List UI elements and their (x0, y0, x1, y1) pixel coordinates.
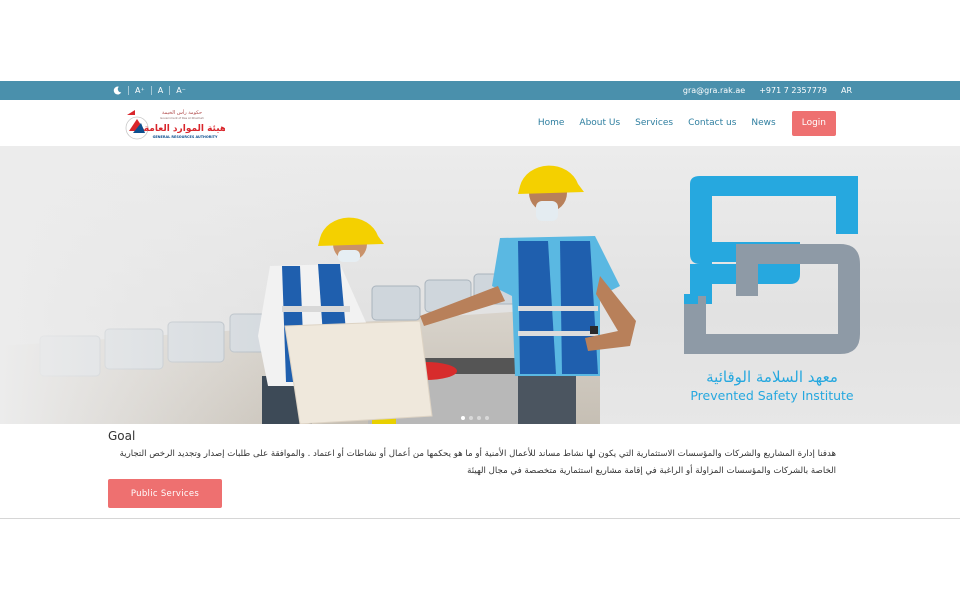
email-link[interactable]: gra@gra.rak.ae (683, 86, 745, 95)
login-button[interactable]: Login (791, 110, 836, 136)
section-divider (0, 518, 960, 519)
font-increase-button[interactable]: A⁺ (129, 81, 151, 100)
nav-services[interactable]: Services (635, 118, 673, 128)
hero-illustration: معهد السلامة الوقائية Prevented Safety I… (0, 146, 960, 424)
hero-slider[interactable]: معهد السلامة الوقائية Prevented Safety I… (0, 146, 960, 424)
main-navbar: حكومة رأس الخيمة Government of Ras Al Kh… (0, 100, 960, 146)
goal-heading: Goal (108, 429, 136, 443)
nav-home[interactable]: Home (538, 118, 565, 128)
slide-dot[interactable] (485, 416, 489, 420)
logo-english-text: GENERAL RESOURCES AUTHORITY (153, 135, 218, 139)
font-normal-button[interactable]: A (152, 81, 169, 100)
slide-dot[interactable] (477, 416, 481, 420)
contact-info: gra@gra.rak.ae +971 7 2357779 AR (683, 81, 852, 100)
accessibility-controls: A⁺ A A⁻ (107, 81, 192, 100)
institute-arabic-name: معهد السلامة الوقائية (706, 368, 838, 386)
logo-gov-en-text: Government of Ras Al Khaimah (160, 116, 204, 120)
institute-english-name: Prevented Safety Institute (690, 388, 854, 403)
public-services-button[interactable]: Public Services (108, 479, 222, 508)
nav-news[interactable]: News (751, 118, 775, 128)
moon-icon[interactable] (107, 81, 128, 100)
top-utility-bar: A⁺ A A⁻ gra@gra.rak.ae +971 7 2357779 AR (0, 81, 960, 100)
main-nav: Home About Us Services Contact us News L… (523, 110, 836, 136)
page: A⁺ A A⁻ gra@gra.rak.ae +971 7 2357779 AR… (0, 0, 960, 600)
gra-logo[interactable]: حكومة رأس الخيمة Government of Ras Al Kh… (123, 106, 226, 142)
phone-link[interactable]: +971 7 2357779 (759, 86, 827, 95)
goal-description: هدفنا إدارة المشاريع والشركات والمؤسسات … (119, 449, 836, 476)
nav-contact-us[interactable]: Contact us (688, 118, 736, 128)
logo-gov-text: حكومة رأس الخيمة (162, 109, 202, 116)
logo-arabic-text: هيئة الموارد العامة (144, 124, 225, 134)
slider-indicators (461, 416, 489, 420)
language-switch[interactable]: AR (841, 86, 852, 95)
font-decrease-button[interactable]: A⁻ (170, 81, 192, 100)
slide-dot[interactable] (469, 416, 473, 420)
slide-dot[interactable] (461, 416, 465, 420)
nav-about-us[interactable]: About Us (579, 118, 620, 128)
